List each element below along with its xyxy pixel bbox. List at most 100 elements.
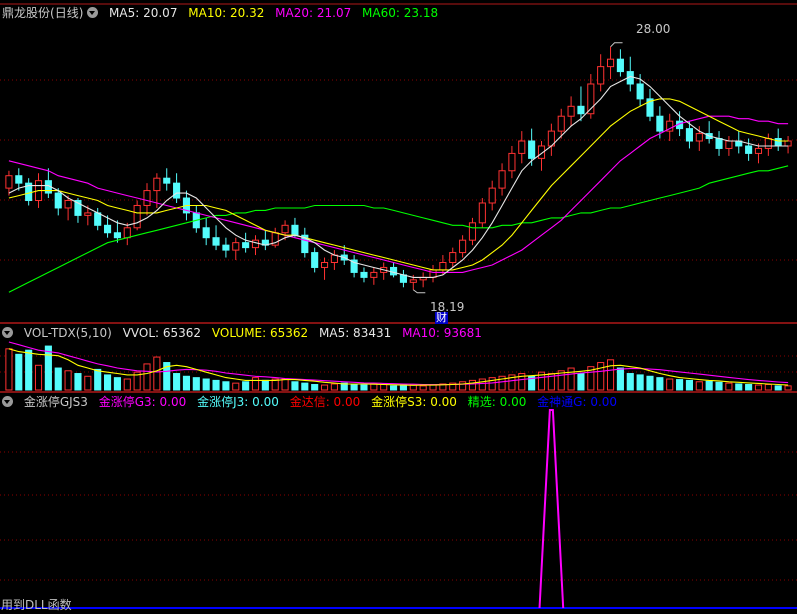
volume-bar-72 [715, 381, 723, 391]
candle-body-13 [133, 204, 141, 229]
signal-indicator-toggle-icon[interactable] [2, 396, 13, 407]
candle-body-72 [715, 138, 723, 149]
volume-bar-22 [222, 381, 230, 391]
volume-panel-header: VOL-TDX(5,10) VVOL: 65362 VOLUME: 65362 … [2, 325, 489, 341]
volume-bar-18 [182, 375, 191, 391]
candle-body-0 [5, 175, 13, 189]
dll-footer-note: 用到DLL函数 [1, 598, 72, 612]
stock-name: 鼎龙股份(日线) [2, 6, 84, 20]
candle-body-66 [656, 115, 664, 132]
volume-bar-30 [301, 382, 309, 391]
candle-body-10 [103, 224, 112, 234]
sig-s3-label: 金涨停S3: 0.00 [371, 395, 457, 409]
volume-bar-47 [468, 379, 477, 391]
candle-body-5 [54, 192, 62, 209]
candle-body-44 [439, 261, 447, 271]
volume-bar-14 [143, 363, 151, 391]
candle-body-70 [695, 133, 703, 142]
candle-body-79 [784, 140, 792, 147]
volume-bar-20 [202, 378, 210, 391]
volume-bar-23 [232, 382, 240, 391]
volume-bar-15 [153, 356, 161, 391]
volume-bar-21 [212, 379, 220, 391]
volume-bar-25 [251, 377, 260, 391]
sig-shentong-label: 金神通G: 0.00 [537, 395, 618, 409]
volume-bar-2 [25, 349, 33, 391]
chart-canvas [0, 0, 797, 614]
candle-body-20 [202, 227, 210, 239]
candle-body-49 [488, 187, 496, 204]
volume-bar-71 [705, 380, 713, 391]
volume-bar-61 [606, 359, 615, 391]
volume-bar-77 [764, 384, 772, 391]
vol-vvol-label: VVOL: 65362 [122, 326, 202, 340]
volume-bar-24 [242, 381, 250, 391]
candle-body-29 [291, 224, 299, 236]
volume-bar-65 [646, 375, 654, 391]
volume-bar-42 [419, 385, 427, 391]
volume-bar-76 [754, 384, 763, 391]
signal-panel-header: 金涨停GJS3 金涨停G3: 0.00 金涨停J3: 0.00 金达信: 0.0… [2, 394, 624, 410]
sig-jingxuan-label: 精选: 0.00 [467, 395, 527, 409]
vol-ma5-label: MA5: 83431 [319, 326, 392, 340]
volume-bar-11 [113, 377, 121, 391]
candle-body-11 [113, 232, 121, 239]
chart-background [0, 0, 797, 614]
volume-bar-48 [478, 378, 486, 391]
candle-body-8 [84, 212, 92, 216]
candle-body-62 [616, 58, 624, 73]
volume-indicator-toggle-icon[interactable] [2, 327, 13, 338]
price-indicator-toggle-icon[interactable] [87, 7, 99, 18]
volume-bar-37 [370, 383, 378, 391]
volume-bar-19 [192, 377, 200, 391]
price-ma60-label: MA60: 23.18 [362, 6, 439, 20]
candle-body-21 [212, 237, 220, 246]
candle-body-51 [508, 152, 516, 172]
candle-body-14 [143, 190, 151, 206]
volume-bar-46 [459, 381, 467, 391]
volume-bar-32 [320, 384, 329, 391]
vol-ma10-label: MA10: 93681 [402, 326, 482, 340]
candle-body-24 [242, 242, 250, 249]
financial-report-marker[interactable]: 财 [435, 312, 448, 324]
candle-body-41 [409, 279, 417, 283]
candle-body-17 [173, 182, 181, 199]
volume-bar-43 [429, 384, 437, 391]
candle-body-76 [754, 147, 763, 154]
candle-body-31 [311, 252, 319, 268]
sig-j3-label: 金涨停J3: 0.00 [197, 395, 279, 409]
candle-body-47 [468, 222, 477, 241]
volume-bar-3 [34, 364, 43, 391]
sig-indicator-name: 金涨停GJS3 [23, 395, 88, 409]
candle-body-57 [567, 105, 575, 117]
volume-bar-5 [54, 367, 62, 391]
price-ma5-label: MA5: 20.07 [109, 6, 178, 20]
volume-bar-6 [64, 370, 72, 391]
volume-bar-17 [173, 373, 181, 391]
candle-body-16 [163, 177, 171, 184]
candle-body-69 [685, 128, 694, 142]
candle-body-46 [459, 239, 467, 254]
volume-bar-10 [103, 374, 112, 391]
volume-bar-49 [488, 377, 496, 391]
volume-bar-68 [676, 379, 684, 391]
candle-body-1 [15, 175, 23, 184]
candle-body-64 [636, 83, 644, 100]
candle-body-45 [449, 252, 457, 263]
volume-bar-8 [84, 375, 92, 391]
volume-bar-58 [577, 373, 585, 391]
volume-bar-31 [311, 384, 319, 391]
candle-body-39 [390, 266, 398, 276]
volume-bar-62 [616, 367, 624, 391]
volume-bar-38 [380, 384, 388, 391]
candle-body-75 [745, 145, 753, 154]
price-ma20-label: MA20: 21.07 [275, 6, 352, 20]
volume-bar-4 [44, 345, 52, 391]
volume-bar-36 [360, 384, 368, 391]
volume-bar-7 [74, 373, 82, 391]
volume-bar-63 [626, 373, 634, 391]
candle-body-60 [597, 66, 605, 85]
volume-bar-67 [666, 378, 674, 391]
candle-body-50 [498, 170, 506, 189]
volume-bar-69 [685, 379, 694, 391]
